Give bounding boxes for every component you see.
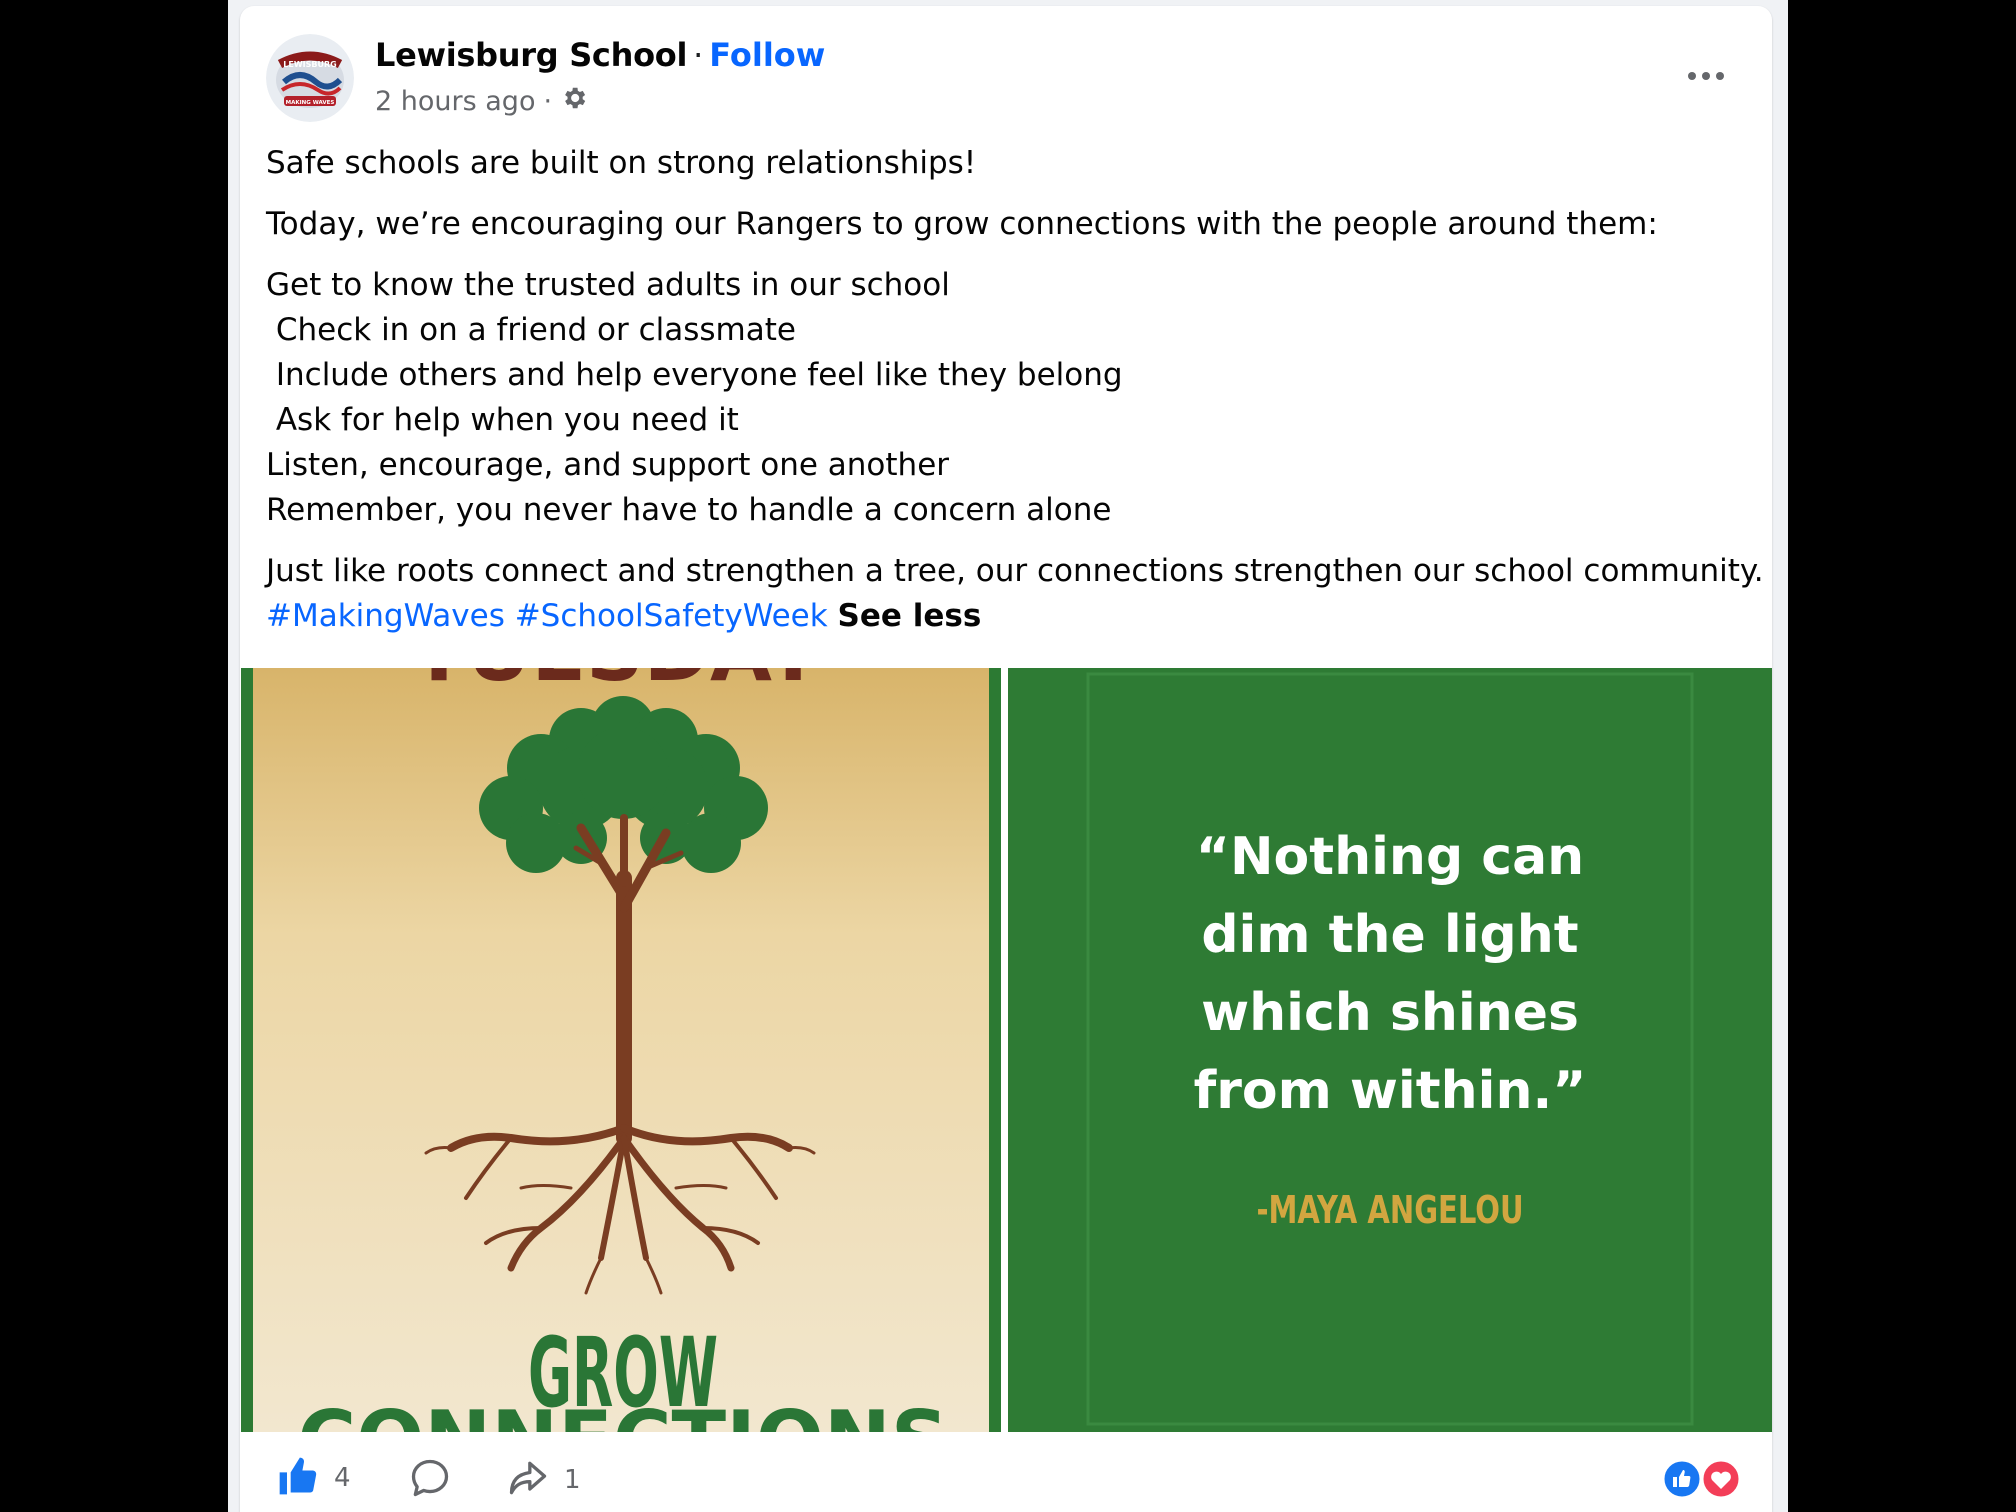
author-avatar[interactable]: LEWISBURG MAKING WAVES [266,34,354,122]
hashtag-school-safety-week[interactable]: #SchoolSafetyWeek [515,598,828,634]
post-list: Get to know the trusted adults in our sc… [266,263,1746,533]
author-name[interactable]: Lewisburg School [375,36,687,74]
like-count: 4 [334,1463,351,1493]
list-item: Ask for help when you need it [266,402,739,438]
quote-line: “Nothing can [1195,827,1585,887]
tuesday-text: TUESDAY [412,668,823,699]
list-item: Remember, you never have to handle a con… [266,492,1112,528]
gear-icon[interactable] [560,84,588,119]
meta-separator: · [543,86,553,117]
see-less-button[interactable]: See less [838,598,982,634]
quote-line: from within.” [1193,1061,1587,1121]
post-image-grow-connections[interactable]: TUESDAY [241,668,1001,1432]
reaction-icons[interactable] [1660,1458,1744,1500]
post-header: Lewisburg School · Follow [375,36,825,74]
share-button[interactable]: 1 [506,1456,581,1504]
thumbs-up-icon [276,1454,320,1502]
hashtag-line: #MakingWaves #SchoolSafetyWeek See less [266,594,1746,639]
author-separator: · [693,36,704,74]
post-footer [240,1432,1772,1512]
list-item: Listen, encourage, and support one anoth… [266,447,950,483]
share-icon [506,1456,550,1504]
svg-text:LEWISBURG: LEWISBURG [283,60,336,69]
like-button[interactable]: 4 [276,1454,351,1502]
list-item: Check in on a friend or classmate [266,312,796,348]
quote-line: dim the light [1201,905,1579,965]
list-item: Include others and help everyone feel li… [266,357,1123,393]
list-item: Get to know the trusted adults in our sc… [266,267,950,303]
post-meta: 2 hours ago · [375,84,588,119]
quote-line: which shines [1201,983,1579,1043]
post-body: Safe schools are built on strong relatio… [266,141,1764,639]
post-paragraph-2: Today, we’re encouraging our Rangers to … [266,206,1658,242]
connections-text: CONNECTIONS [298,1394,949,1432]
quote-attribution: -MAYA ANGELOU [1256,1188,1524,1232]
post-timestamp[interactable]: 2 hours ago [375,86,535,117]
comment-icon [408,1456,452,1504]
post-image-quote[interactable]: “Nothing can dim the light which shines … [1008,668,1772,1432]
post-paragraph-3: Just like roots connect and strengthen a… [266,553,1764,589]
quote-text: “Nothing can dim the light which shines … [1008,818,1772,1130]
follow-button[interactable]: Follow [709,36,825,74]
more-options-icon[interactable] [1680,56,1732,96]
svg-text:MAKING WAVES: MAKING WAVES [286,100,335,106]
share-count: 1 [564,1465,581,1495]
post-paragraph-1: Safe schools are built on strong relatio… [266,145,977,181]
comment-button[interactable] [408,1456,452,1504]
hashtag-making-waves[interactable]: #MakingWaves [266,598,505,634]
